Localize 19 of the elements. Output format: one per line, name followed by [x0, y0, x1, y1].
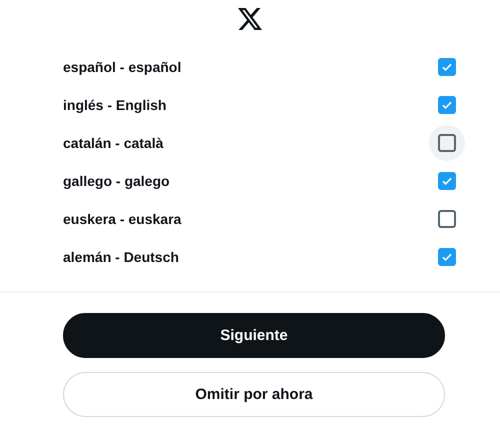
checkbox[interactable] — [438, 172, 456, 190]
skip-button[interactable]: Omitir por ahora — [63, 372, 445, 417]
x-logo-icon — [238, 8, 262, 30]
language-label: inglés - English — [63, 97, 166, 113]
checkmark-icon — [441, 99, 453, 111]
language-label: español - español — [63, 59, 182, 75]
checkbox[interactable] — [438, 134, 456, 152]
checkbox[interactable] — [438, 96, 456, 114]
checkbox[interactable] — [438, 248, 456, 266]
next-button[interactable]: Siguiente — [63, 313, 445, 358]
checkbox[interactable] — [438, 210, 456, 228]
checkmark-icon — [441, 251, 453, 263]
checkmark-icon — [441, 61, 453, 73]
checkmark-icon — [441, 175, 453, 187]
checkbox[interactable] — [438, 58, 456, 76]
language-label: alemán - Deutsch — [63, 249, 179, 265]
language-label: euskera - euskara — [63, 211, 182, 227]
language-label: catalán - català — [63, 135, 164, 151]
language-label: gallego - galego — [63, 173, 170, 189]
